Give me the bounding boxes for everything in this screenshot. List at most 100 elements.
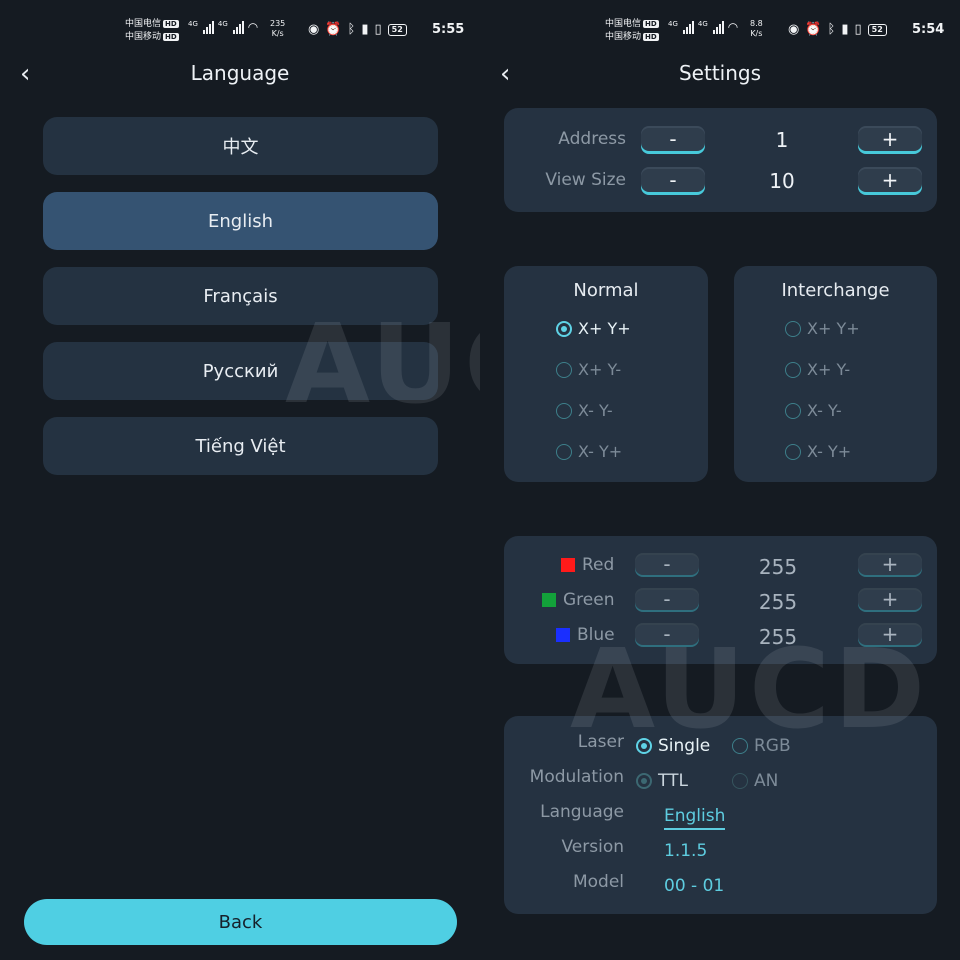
blue-plus-button[interactable]: + (858, 623, 922, 647)
red-plus-button[interactable]: + (858, 553, 922, 577)
red-swatch-icon (561, 558, 575, 572)
language-option-russian[interactable]: Русский (43, 342, 438, 400)
modulation-option-an[interactable]: AN (732, 771, 778, 791)
radio-icon (785, 443, 801, 460)
status-icons: ◉ ⏰ ᛒ ▮ ▯ 52 (308, 22, 407, 37)
version-value: 1.1.5 (664, 841, 708, 861)
page-title: Settings (678, 61, 762, 85)
battery-saver-icon: ▮ (841, 22, 849, 37)
radio-icon (732, 738, 748, 754)
language-value-link[interactable]: English (664, 806, 726, 830)
interchange-option-xneg-yneg[interactable]: X- Y- (785, 401, 842, 420)
laser-option-single[interactable]: Single (636, 736, 710, 756)
interchange-orientation-panel: Interchange X+ Y+ X+ Y- X- Y- X- Y+ (734, 266, 937, 482)
green-swatch-icon (542, 593, 556, 607)
header: ‹ Language (0, 55, 480, 91)
laser-label: Laser (577, 732, 624, 752)
normal-option-xpos-ypos[interactable]: X+ Y+ (556, 319, 631, 338)
carrier-info: 中国电信 HD 中国移动 HD (125, 18, 179, 44)
network-type-2: 4G (697, 20, 708, 28)
color-panel: Red - 255 + Green - 255 + Blue - 255 + (504, 536, 937, 664)
signal-block: 4G 4G ◠ (188, 20, 258, 34)
color-label-text: Red (582, 555, 615, 575)
color-label-text: Green (563, 590, 615, 610)
status-icons: ◉ ⏰ ᛒ ▮ ▯ 52 (788, 22, 887, 37)
version-label: Version (561, 837, 624, 857)
network-type-2: 4G (217, 20, 228, 28)
back-button[interactable]: Back (24, 899, 457, 945)
language-option-label: English (208, 210, 273, 232)
page-title: Language (190, 61, 290, 85)
radio-icon (785, 361, 801, 378)
alarm-icon: ⏰ (805, 22, 822, 37)
radio-icon (556, 361, 572, 378)
speed-value: 235 (270, 19, 286, 28)
language-option-chinese[interactable]: 中文 (43, 117, 438, 175)
normal-title: Normal (573, 280, 639, 301)
signal-block: 4G 4G ◠ (668, 20, 738, 34)
status-bar: 中国电信 HD 中国移动 HD 4G 4G ◠ 235 K/s ◉ ⏰ ᛒ ▮ ▯ … (0, 16, 480, 46)
hd-badge: HD (163, 20, 179, 28)
speed-value: 8.8 (750, 19, 763, 28)
blue-minus-button[interactable]: - (635, 623, 699, 647)
eye-icon: ◉ (788, 22, 800, 37)
language-option-french[interactable]: Français (43, 267, 438, 325)
language-option-label: Русский (202, 360, 279, 382)
normal-option-xneg-ypos[interactable]: X- Y+ (556, 442, 622, 461)
green-minus-button[interactable]: - (635, 588, 699, 612)
normal-option-xpos-yneg[interactable]: X+ Y- (556, 360, 621, 379)
modulation-option-ttl[interactable]: TTL (636, 771, 688, 791)
bluetooth-icon: ᛒ (347, 22, 356, 37)
battery-icon: 52 (867, 23, 887, 36)
interchange-title: Interchange (781, 280, 890, 301)
interchange-option-xpos-yneg[interactable]: X+ Y- (785, 360, 850, 379)
normal-option-xneg-yneg[interactable]: X- Y- (556, 401, 613, 420)
red-minus-button[interactable]: - (635, 553, 699, 577)
bluetooth-icon: ᛒ (827, 22, 836, 37)
speed-unit: K/s (750, 29, 763, 38)
radio-label: TTL (658, 771, 688, 791)
signal-icon (712, 20, 724, 34)
battery-icon: 52 (387, 23, 407, 36)
device-info-panel: Laser Single RGB Modulation TTL AN Langu… (504, 716, 937, 914)
carrier-2: 中国移动 (125, 32, 162, 42)
radio-label: X- Y+ (807, 442, 852, 461)
carrier-1: 中国电信 (605, 19, 642, 29)
status-bar: 中国电信 HD 中国移动 HD 4G 4G ◠ 8.8 K/s ◉ ⏰ ᛒ ▮ ▯ … (480, 16, 960, 46)
language-option-english[interactable]: English (43, 192, 438, 250)
view-size-minus-button[interactable]: - (641, 167, 705, 195)
carrier-2: 中国移动 (605, 32, 642, 42)
interchange-option-xpos-ypos[interactable]: X+ Y+ (785, 319, 860, 338)
interchange-option-xneg-ypos[interactable]: X- Y+ (785, 442, 851, 461)
view-size-plus-button[interactable]: + (858, 167, 922, 195)
blue-label: Blue (556, 625, 615, 645)
radio-label: X- Y+ (578, 442, 623, 461)
carrier-1: 中国电信 (125, 19, 162, 29)
radio-icon (732, 773, 748, 789)
vibrate-icon: ▯ (374, 22, 382, 37)
language-option-label: Tiếng Việt (195, 435, 286, 457)
signal-icon (202, 20, 214, 34)
green-plus-button[interactable]: + (858, 588, 922, 612)
address-value: 1 (775, 128, 789, 152)
laser-option-rgb[interactable]: RGB (732, 736, 791, 756)
blue-swatch-icon (556, 628, 570, 642)
red-value: 255 (758, 555, 798, 579)
language-screen: 中国电信 HD 中国移动 HD 4G 4G ◠ 235 K/s ◉ ⏰ ᛒ ▮ ▯ … (0, 0, 480, 960)
radio-label: X+ Y- (807, 360, 851, 379)
radio-label: X+ Y- (578, 360, 622, 379)
address-plus-button[interactable]: + (858, 126, 922, 154)
radio-label: Single (658, 736, 711, 756)
view-size-label: View Size (545, 170, 626, 190)
address-panel: Address - 1 + View Size - 10 + (504, 108, 937, 212)
eye-icon: ◉ (308, 22, 320, 37)
model-value: 00 - 01 (664, 876, 725, 896)
language-option-vietnamese[interactable]: Tiếng Việt (43, 417, 438, 475)
address-minus-button[interactable]: - (641, 126, 705, 154)
green-label: Green (542, 590, 614, 610)
normal-orientation-panel: Normal X+ Y+ X+ Y- X- Y- X- Y+ (504, 266, 708, 482)
language-option-label: 中文 (222, 137, 259, 158)
carrier-info: 中国电信 HD 中国移动 HD (605, 18, 659, 44)
battery-saver-icon: ▮ (361, 22, 369, 37)
radio-selected-icon (556, 320, 572, 337)
